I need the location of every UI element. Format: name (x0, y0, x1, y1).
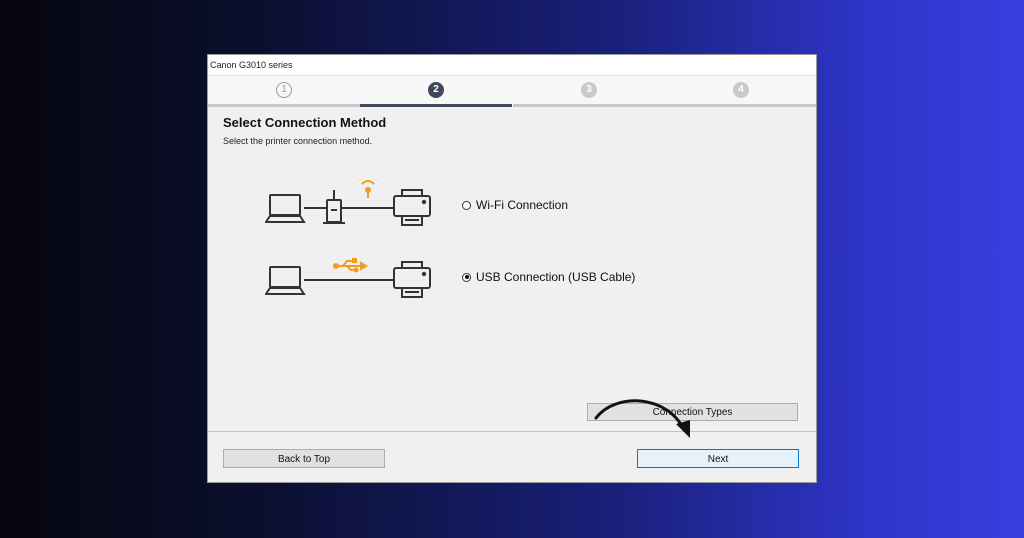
wifi-connection-label[interactable]: Wi-Fi Connection (476, 198, 568, 212)
installer-window: Canon G3010 series 1 2 3 4 Select Connec… (207, 54, 817, 483)
window-title: Canon G3010 series (210, 60, 293, 70)
usb-illustration (265, 254, 435, 304)
wifi-illustration (265, 180, 435, 230)
usb-icon (333, 258, 368, 273)
next-button[interactable]: Next (637, 449, 799, 468)
usb-radio-button[interactable] (462, 272, 471, 282)
laptop-icon (265, 266, 306, 295)
step-2: 2 (360, 76, 512, 107)
step-1-bar (208, 104, 360, 107)
step-indicator: 1 2 3 4 (208, 76, 816, 107)
step-2-bar (360, 104, 512, 107)
step-3-circle: 3 (581, 82, 597, 98)
printer-icon (393, 189, 431, 226)
title-bar: Canon G3010 series (208, 55, 816, 76)
router-icon (323, 190, 345, 224)
wifi-diagram (265, 180, 431, 226)
step-2-circle: 2 (428, 82, 444, 98)
page-subtitle: Select the printer connection method. (223, 136, 373, 146)
footer-separator (208, 431, 816, 432)
usb-connection-option[interactable]: USB Connection (USB Cable) (462, 270, 635, 284)
step-1: 1 (208, 76, 360, 107)
step-4: 4 (665, 76, 816, 107)
usb-diagram (265, 258, 431, 298)
wifi-radio-button[interactable] (462, 200, 471, 210)
step-4-circle: 4 (733, 82, 749, 98)
step-3: 3 (513, 76, 665, 107)
connection-types-button[interactable]: Connection Types (587, 403, 798, 421)
step-4-bar (665, 104, 816, 107)
wifi-icon (358, 180, 378, 198)
printer-icon (393, 261, 431, 298)
laptop-icon (265, 194, 306, 223)
page-title: Select Connection Method (223, 115, 387, 130)
step-1-circle: 1 (276, 82, 292, 98)
wifi-connection-option[interactable]: Wi-Fi Connection (462, 198, 568, 212)
usb-connection-label[interactable]: USB Connection (USB Cable) (476, 270, 635, 284)
back-to-top-button[interactable]: Back to Top (223, 449, 385, 468)
step-3-bar (513, 104, 665, 107)
